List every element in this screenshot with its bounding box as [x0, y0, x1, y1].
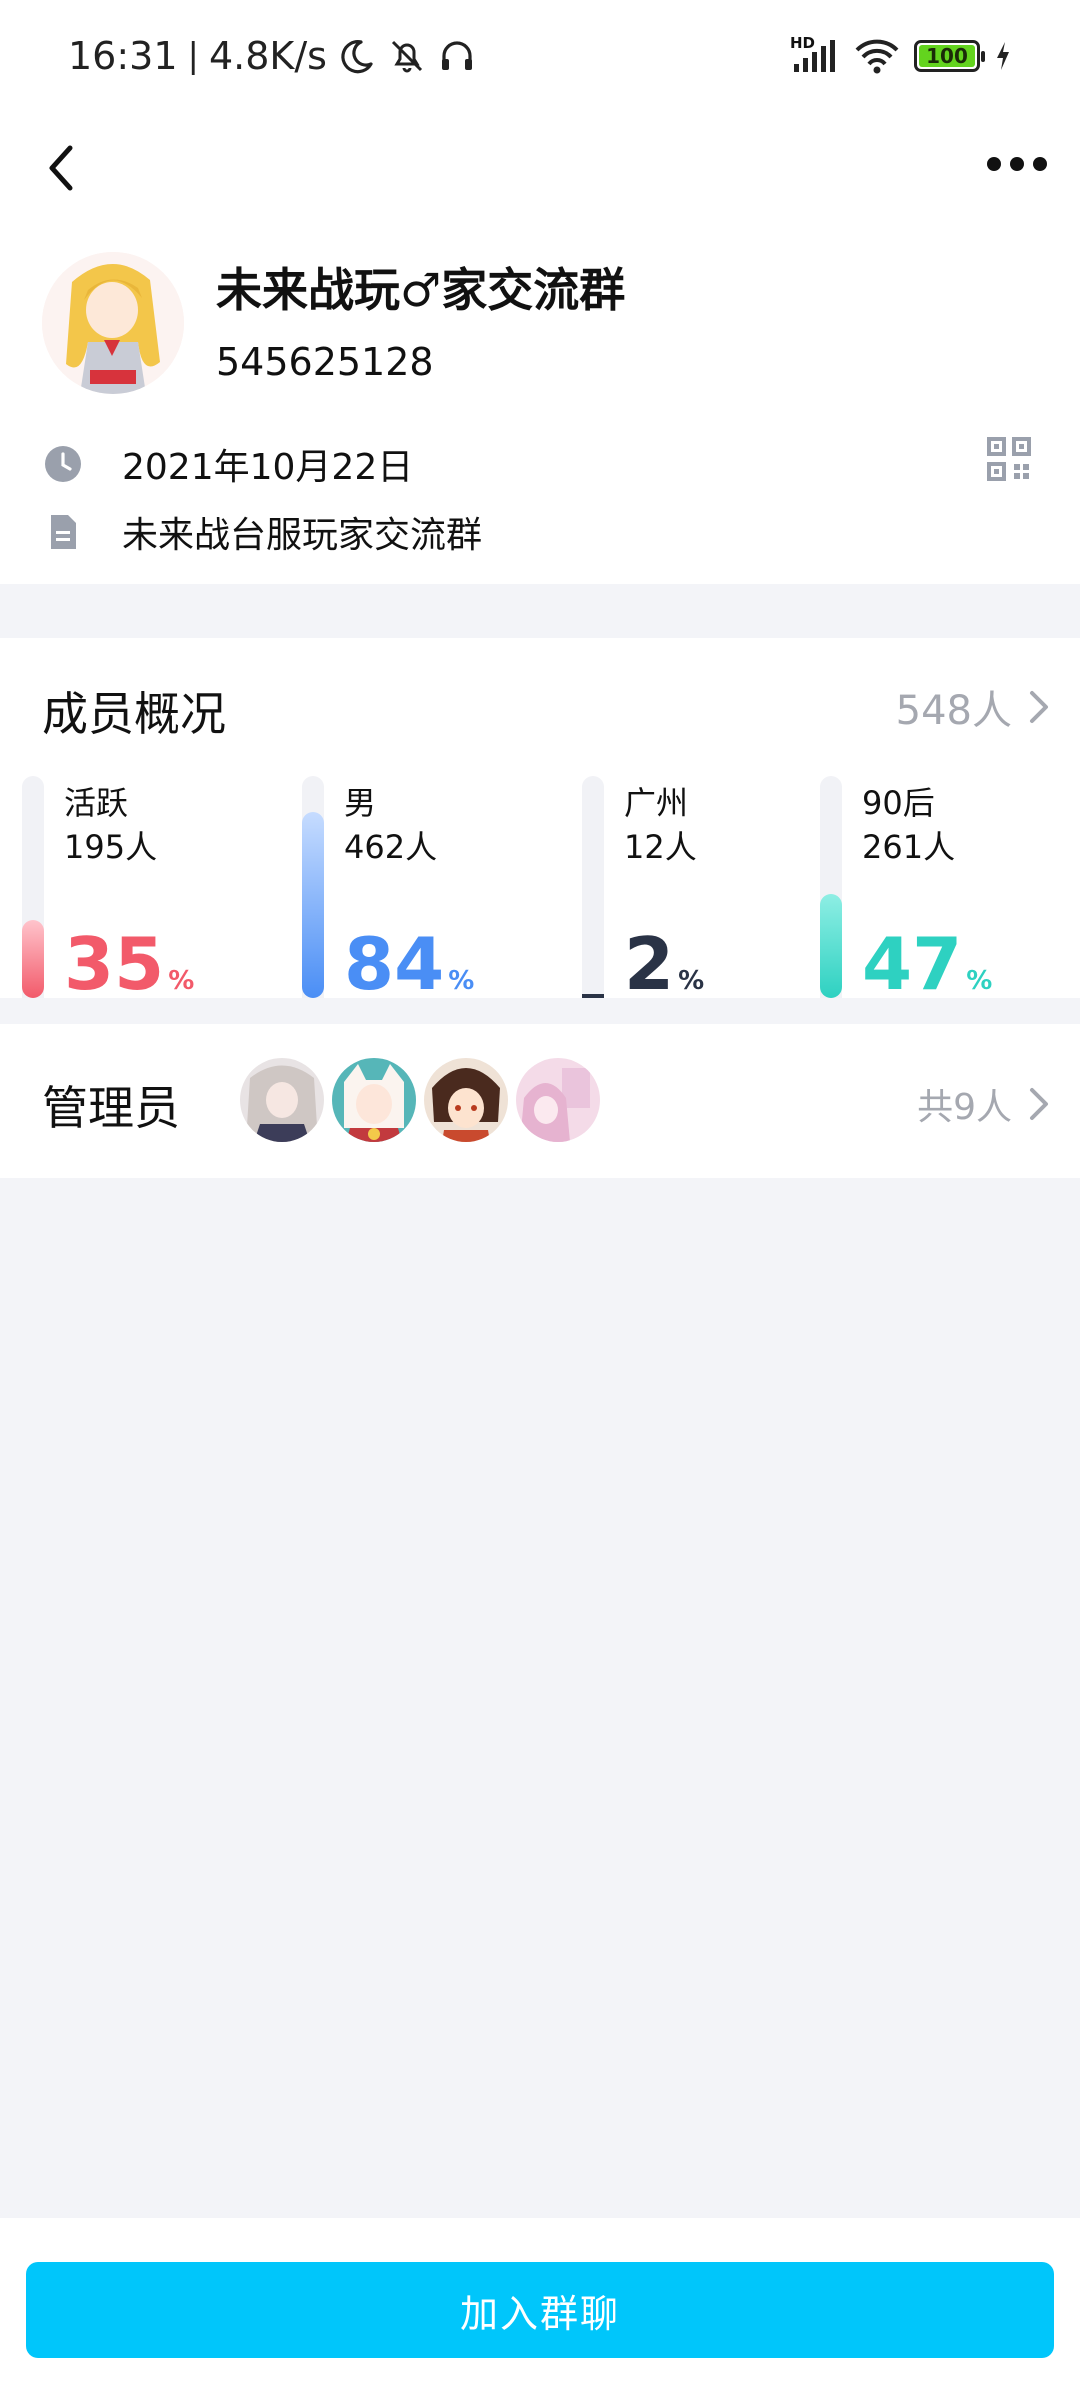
stat-percent-unit: % [168, 966, 195, 996]
description-row: 未来战台服玩家交流群 [44, 506, 482, 558]
stat-percent-value: 35 [64, 922, 165, 1006]
status-divider: | [187, 36, 199, 76]
bell-off-icon [391, 40, 422, 73]
status-bar: 16:31 | 4.8K/s HD 100 [0, 0, 1080, 110]
member-stat: 广州 12人 2% [582, 776, 842, 1004]
admin-total: 共9人 [917, 1087, 1012, 1128]
stat-label: 90后 [862, 784, 935, 822]
admin-total-link[interactable]: 共9人 [917, 1078, 1050, 1130]
member-total: 548人 [895, 688, 1012, 734]
member-total-link[interactable]: 548人 [896, 678, 1050, 736]
member-stat: 活跃 195人 35% [22, 776, 282, 1004]
chevron-left-icon [49, 145, 73, 191]
stat-track [820, 776, 842, 998]
member-stat: 男 462人 84% [302, 776, 562, 1004]
headphones-icon [441, 41, 472, 70]
bottom-bar: 加入群聊 [0, 2218, 1080, 2400]
group-id: 545625128 [216, 340, 434, 384]
stat-bar [302, 812, 324, 998]
group-header: 未来战玩♂家交流群 545625128 2021年10月22日 未来战台服玩家交… [0, 110, 1080, 584]
battery-icon: 100 [914, 40, 985, 72]
back-button[interactable] [38, 126, 84, 206]
stat-label: 男 [344, 784, 377, 822]
status-right: HD 100 [790, 34, 1012, 74]
admin-avatar[interactable] [240, 1058, 324, 1142]
battery-level: 100 [926, 44, 968, 68]
admin-avatar[interactable] [424, 1058, 508, 1142]
group-description: 未来战台服玩家交流群 [122, 515, 483, 556]
stat-count: 462人 [344, 828, 438, 866]
stat-bar [22, 920, 44, 998]
chevron-right-icon [1030, 1088, 1048, 1120]
stat-percent-value: 47 [862, 922, 963, 1006]
section-spacer [0, 998, 1080, 1024]
more-button[interactable] [982, 144, 1052, 184]
stat-label: 广州 [624, 784, 689, 822]
stat-label: 活跃 [64, 784, 129, 822]
qr-code-button[interactable] [986, 436, 1032, 482]
admin-avatar[interactable] [516, 1058, 600, 1142]
status-time: 16:31 [68, 34, 178, 78]
admin-avatars [240, 1058, 600, 1142]
stat-count: 261人 [862, 828, 956, 866]
qr-code-icon [987, 437, 1031, 481]
member-overview-title: 成员概况 [42, 687, 226, 741]
status-left: 16:31 | 4.8K/s [68, 34, 477, 78]
signal-icon: HD [790, 34, 840, 74]
document-icon [51, 515, 76, 549]
stat-track [582, 776, 604, 998]
clock-icon [45, 446, 81, 482]
created-date-row: 2021年10月22日 [44, 438, 413, 490]
stat-track [22, 776, 44, 998]
stat-percent-unit: % [678, 966, 705, 996]
more-icon [987, 157, 1047, 171]
stat-bar [820, 894, 842, 998]
charging-icon [997, 42, 1009, 70]
admin-title: 管理员 [42, 1081, 180, 1135]
chevron-right-icon [1030, 691, 1048, 723]
stat-track [302, 776, 324, 998]
status-speed: 4.8K/s [208, 34, 327, 78]
admin-avatar[interactable] [332, 1058, 416, 1142]
group-name: 未来战玩♂家交流群 [216, 263, 626, 317]
moon-icon [341, 40, 373, 74]
stat-percent-unit: % [966, 966, 993, 996]
join-group-button[interactable]: 加入群聊 [26, 2262, 1054, 2358]
member-stat: 90后 261人 47% [820, 776, 1080, 1004]
member-overview: 成员概况 548人 活跃 195人 35% 男 462人 84% 广州 12人 2% 90后 261… [0, 638, 1080, 1004]
wifi-icon [855, 39, 899, 74]
stat-count: 12人 [624, 828, 697, 866]
group-avatar[interactable] [42, 252, 184, 394]
stat-percent-unit: % [448, 966, 475, 996]
stat-percent-value: 84 [344, 922, 445, 1006]
stat-count: 195人 [64, 828, 158, 866]
admin-section[interactable]: 管理员 共9人 [0, 1024, 1080, 1178]
created-date: 2021年10月22日 [122, 447, 414, 488]
stat-percent-value: 2 [624, 922, 675, 1006]
